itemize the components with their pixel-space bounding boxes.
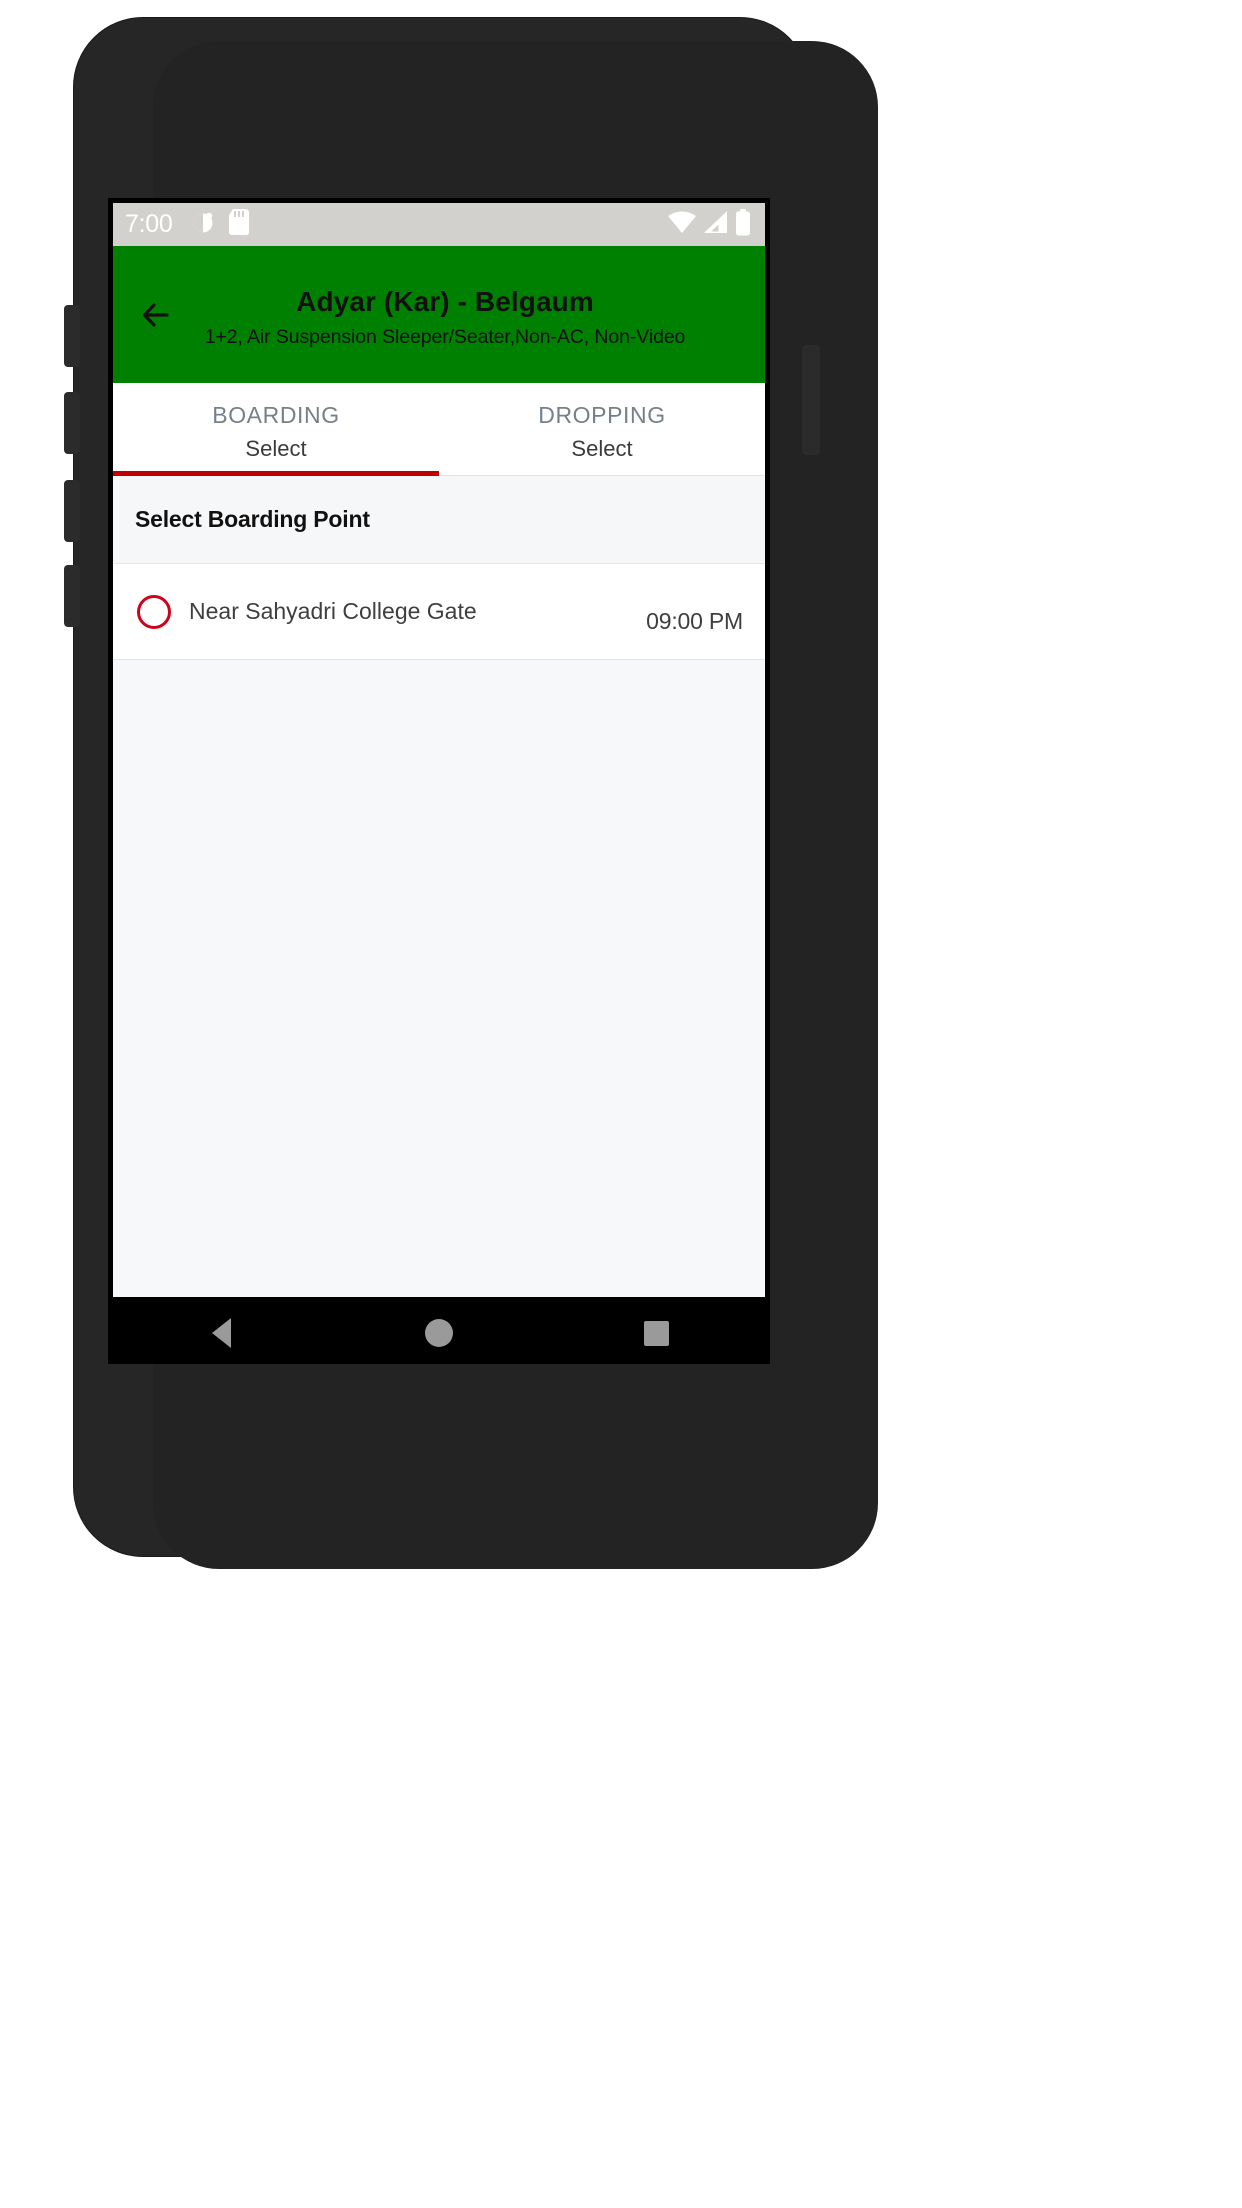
status-bar: 7:00: [113, 203, 765, 246]
empty-list-area: [113, 660, 765, 1297]
tab-bar: BOARDING Select DROPPING Select: [113, 383, 765, 476]
section-header: Select Boarding Point: [113, 476, 765, 564]
tab-boarding[interactable]: BOARDING Select: [113, 383, 439, 476]
alarm-icon: [190, 209, 216, 240]
screen-content: 7:00 Adyar (Kar) - Belgaum 1+2, Air Susp…: [113, 203, 765, 1364]
page-title: Adyar (Kar) - Belgaum: [296, 285, 594, 317]
signal-icon: [703, 210, 729, 239]
page-subtitle: 1+2, Air Suspension Sleeper/Seater,Non-A…: [204, 325, 686, 348]
boarding-point-name: Near Sahyadri College Gate: [189, 597, 477, 624]
tab-active-indicator: [113, 471, 439, 476]
app-bar: Adyar (Kar) - Belgaum 1+2, Air Suspensio…: [113, 246, 765, 383]
boarding-point-time: 09:00 PM: [646, 608, 743, 634]
tab-dropping[interactable]: DROPPING Select: [439, 383, 765, 476]
list-item[interactable]: Near Sahyadri College Gate 09:00 PM: [113, 564, 765, 660]
boarding-point-list: Near Sahyadri College Gate 09:00 PM: [113, 564, 765, 660]
android-nav-bar: [113, 1297, 765, 1364]
side-button-three[interactable]: [64, 480, 80, 542]
square-recents-icon: [643, 1320, 669, 1346]
recents-nav-button[interactable]: [611, 1297, 701, 1364]
radio-button[interactable]: [137, 594, 171, 629]
back-arrow-icon[interactable]: [131, 288, 185, 342]
side-button-four[interactable]: [64, 565, 80, 627]
tab-dropping-value: Select: [571, 435, 633, 461]
status-bar-clock: 7:00: [125, 210, 173, 238]
status-bar-left-icons: [190, 208, 250, 241]
volume-down-button[interactable]: [64, 392, 80, 454]
circle-home-icon: [424, 1319, 453, 1347]
phone-screen: 7:00 Adyar (Kar) - Belgaum 1+2, Air Susp…: [108, 198, 770, 1364]
power-button[interactable]: [802, 345, 820, 455]
section-header-title: Select Boarding Point: [135, 506, 370, 532]
back-nav-button[interactable]: [177, 1297, 267, 1364]
status-bar-right-icons: [667, 208, 751, 241]
tab-boarding-value: Select: [245, 435, 307, 461]
home-nav-button[interactable]: [394, 1297, 484, 1364]
triangle-back-icon: [212, 1318, 232, 1348]
app-bar-titles: Adyar (Kar) - Belgaum 1+2, Air Suspensio…: [185, 278, 747, 351]
volume-up-button[interactable]: [64, 305, 80, 367]
tab-boarding-label: BOARDING: [212, 401, 340, 428]
wifi-icon: [667, 210, 697, 239]
battery-icon: [735, 208, 751, 241]
sd-card-icon: [228, 208, 250, 241]
tab-dropping-label: DROPPING: [538, 401, 666, 428]
